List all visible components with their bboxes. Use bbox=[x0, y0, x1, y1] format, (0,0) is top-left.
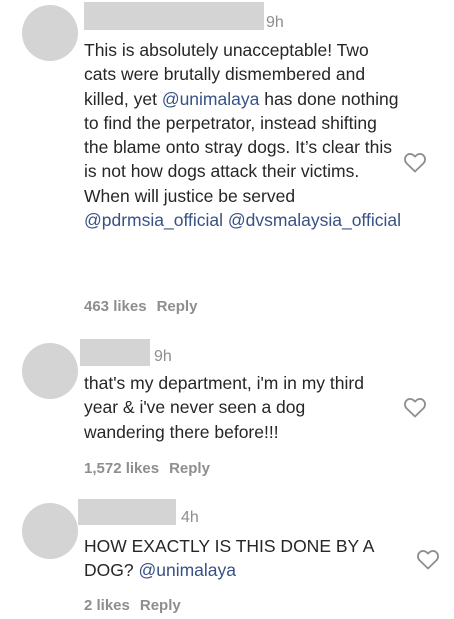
redacted-username[interactable] bbox=[78, 499, 176, 525]
redacted-username[interactable] bbox=[84, 2, 264, 30]
reply-button[interactable]: Reply bbox=[157, 298, 198, 315]
comment-text: HOW EXACTLY IS THIS DONE BY A DOG? @unim… bbox=[84, 534, 394, 583]
heart-outline-icon[interactable] bbox=[416, 548, 440, 570]
redacted-username[interactable] bbox=[80, 339, 150, 366]
reply-button[interactable]: Reply bbox=[140, 597, 181, 614]
comment-timestamp: 4h bbox=[181, 509, 199, 526]
avatar[interactable] bbox=[22, 503, 78, 559]
comment-text-segment: that's my department, i'm in my third ye… bbox=[84, 373, 364, 442]
mention-link[interactable]: @unimalaya bbox=[162, 89, 260, 109]
comment-text: that's my department, i'm in my third ye… bbox=[84, 371, 384, 444]
comment-meta: 2 likes Reply bbox=[84, 597, 181, 614]
comment-item: 4h HOW EXACTLY IS THIS DONE BY A DOG? @u… bbox=[0, 498, 454, 619]
likes-count[interactable]: 2 likes bbox=[84, 597, 130, 614]
mention-link[interactable]: @pdrmsia_official bbox=[84, 210, 223, 230]
heart-outline-icon[interactable] bbox=[403, 396, 427, 418]
comment-meta: 1,572 likes Reply bbox=[84, 460, 210, 477]
mention-link[interactable]: @dvsmalaysia_official bbox=[228, 210, 401, 230]
avatar[interactable] bbox=[22, 5, 78, 61]
comment-timestamp: 9h bbox=[154, 348, 172, 365]
likes-count[interactable]: 1,572 likes bbox=[84, 460, 159, 477]
likes-count[interactable]: 463 likes bbox=[84, 298, 147, 315]
avatar[interactable] bbox=[22, 343, 78, 399]
heart-outline-icon[interactable] bbox=[403, 151, 427, 173]
mention-link[interactable]: @unimalaya bbox=[138, 560, 236, 580]
comment-item: 9h This is absolutely unacceptable! Two … bbox=[0, 0, 454, 330]
comment-meta: 463 likes Reply bbox=[84, 298, 197, 315]
comment-timestamp: 9h bbox=[266, 14, 284, 31]
reply-button[interactable]: Reply bbox=[169, 460, 210, 477]
comment-item: 9h that's my department, i'm in my third… bbox=[0, 338, 454, 488]
comment-text: This is absolutely unacceptable! Two cat… bbox=[84, 38, 402, 232]
